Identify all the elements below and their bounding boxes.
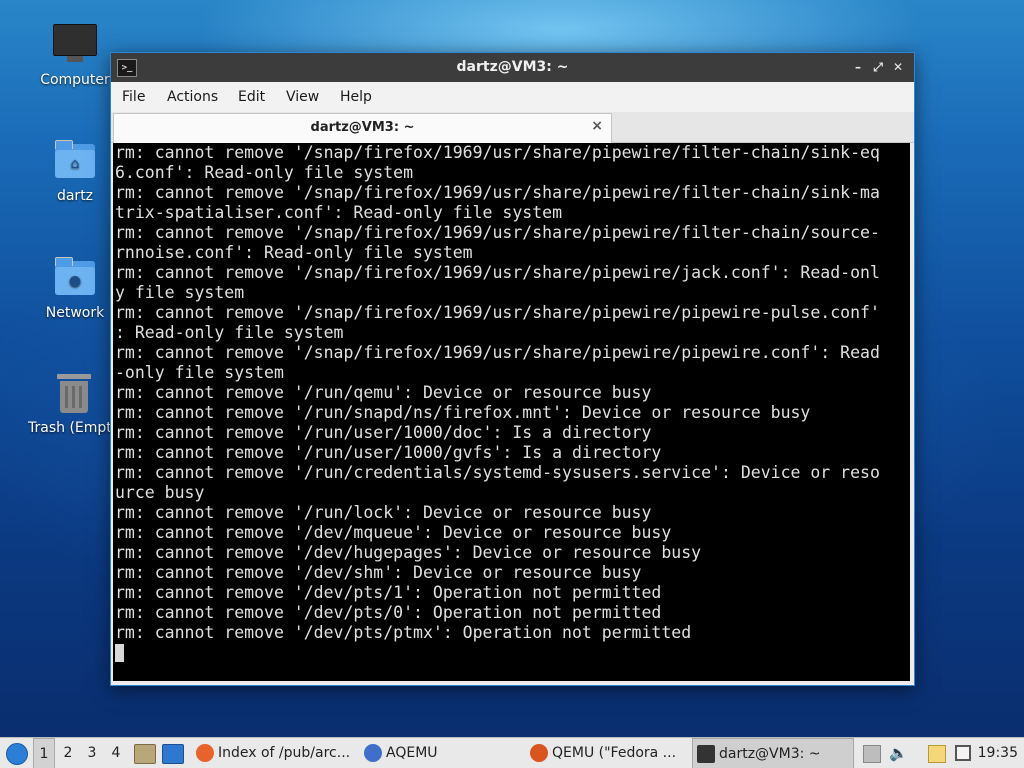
qemu-icon <box>530 744 548 762</box>
desktop-icon-label: dartz <box>56 188 94 204</box>
menu-actions[interactable]: Actions <box>167 89 218 105</box>
terminal-line: rnnoise.conf': Read-only file system <box>115 243 473 262</box>
terminal-output[interactable]: rm: cannot remove '/snap/firefox/1969/us… <box>113 143 910 681</box>
menu-view[interactable]: View <box>286 89 319 105</box>
terminal-line: rm: cannot remove '/snap/firefox/1969/us… <box>115 343 880 362</box>
file-manager-launcher-icon[interactable] <box>134 744 156 764</box>
terminal-line: rm: cannot remove '/snap/firefox/1969/us… <box>115 303 880 322</box>
menu-edit[interactable]: Edit <box>238 89 265 105</box>
show-desktop-icon[interactable] <box>162 744 184 764</box>
menu-help[interactable]: Help <box>340 89 372 105</box>
task-label: AQEMU <box>386 745 438 761</box>
terminal-line: rm: cannot remove '/run/user/1000/gvfs':… <box>115 443 662 462</box>
window-titlebar[interactable]: >_ dartz@VM3: ~ – ⤢ ✕ <box>111 53 914 82</box>
firefox-icon <box>196 744 214 762</box>
terminal-line: rm: cannot remove '/run/credentials/syst… <box>115 463 880 482</box>
desktop-icon-label: Trash (Empt <box>28 420 112 436</box>
terminal-line: rm: cannot remove '/run/qemu': Device or… <box>115 383 652 402</box>
desktop-icon-computer[interactable]: Computer <box>27 24 123 88</box>
terminal-line: urce busy <box>115 483 205 502</box>
terminal-line: rm: cannot remove '/dev/shm': Device or … <box>115 563 642 582</box>
terminal-line: rm: cannot remove '/dev/pts/ptmx': Opera… <box>115 623 692 642</box>
minimize-button[interactable]: – <box>849 58 867 76</box>
desktop-icon-trash[interactable]: Trash (Empt <box>22 372 122 436</box>
terminal-line: 6.conf': Read-only file system <box>115 163 414 182</box>
menu-bar: File Actions Edit View Help <box>111 82 914 112</box>
workspace-2[interactable]: 2 <box>57 738 79 768</box>
volume-icon[interactable]: 🔈 <box>889 745 908 761</box>
task-label: dartz@VM3: ~ <box>719 746 821 762</box>
task-aqemu[interactable]: AQEMU <box>360 738 536 768</box>
task-label: QEMU ("Fedora ... <box>552 745 677 761</box>
terminal-line: rm: cannot remove '/dev/hugepages': Devi… <box>115 543 702 562</box>
network-folder-icon: ● <box>53 257 97 301</box>
terminal-line: rm: cannot remove '/snap/firefox/1969/us… <box>115 263 880 282</box>
terminal-line: rm: cannot remove '/snap/firefox/1969/us… <box>115 183 880 202</box>
terminal-line: rm: cannot remove '/snap/firefox/1969/us… <box>115 143 880 162</box>
window-title: dartz@VM3: ~ <box>456 59 569 75</box>
terminal-line: trix-spatialiser.conf': Read-only file s… <box>115 203 563 222</box>
terminal-cursor <box>115 644 124 662</box>
computer-icon <box>53 24 97 68</box>
clipboard-icon[interactable] <box>863 745 881 763</box>
terminal-icon <box>697 745 715 763</box>
terminal-line: rm: cannot remove '/snap/firefox/1969/us… <box>115 223 880 242</box>
terminal-line: rm: cannot remove '/dev/mqueue': Device … <box>115 523 672 542</box>
terminal-line: rm: cannot remove '/run/user/1000/doc': … <box>115 423 652 442</box>
terminal-line: : Read-only file system <box>115 323 344 342</box>
tab-title: dartz@VM3: ~ <box>310 120 415 135</box>
notes-icon[interactable] <box>928 745 946 763</box>
desktop-icon-label: Network <box>45 305 105 321</box>
task-terminal[interactable]: dartz@VM3: ~ <box>692 738 854 768</box>
terminal-line: y file system <box>115 283 245 302</box>
home-folder-icon: ⌂ <box>53 140 97 184</box>
maximize-button[interactable]: ⤢ <box>869 58 887 76</box>
task-qemu[interactable]: QEMU ("Fedora ... <box>526 738 712 768</box>
aqemu-icon <box>364 744 382 762</box>
terminal-line: rm: cannot remove '/dev/pts/1': Operatio… <box>115 583 662 602</box>
tab-bar: dartz@VM3: ~ × <box>111 112 914 143</box>
network-status-icon[interactable] <box>955 745 971 761</box>
desktop-icon-network[interactable]: ● Network <box>27 257 123 321</box>
workspace-1[interactable]: 1 <box>33 738 55 768</box>
desktop-icon-home[interactable]: ⌂ dartz <box>27 140 123 204</box>
taskbar: 1 2 3 4 Index of /pub/arc... AQEMU QEMU … <box>0 737 1024 768</box>
task-label: Index of /pub/arc... <box>218 745 351 761</box>
start-menu-button[interactable] <box>2 738 30 768</box>
tab-close-icon[interactable]: × <box>591 118 603 134</box>
terminal-window: >_ dartz@VM3: ~ – ⤢ ✕ File Actions Edit … <box>110 52 915 686</box>
terminal-tab[interactable]: dartz@VM3: ~ × <box>113 113 612 143</box>
close-button[interactable]: ✕ <box>889 58 907 76</box>
terminal-line: -only file system <box>115 363 284 382</box>
terminal-line: rm: cannot remove '/run/lock': Device or… <box>115 503 652 522</box>
workspace-3[interactable]: 3 <box>81 738 103 768</box>
desktop-icon-label: Computer <box>40 72 110 88</box>
clock[interactable]: 19:35 <box>978 738 1018 768</box>
terminal-prompt-line <box>113 643 910 663</box>
terminal-line: rm: cannot remove '/run/snapd/ns/firefox… <box>115 403 811 422</box>
workspace-4[interactable]: 4 <box>105 738 127 768</box>
start-menu-icon <box>6 743 28 765</box>
task-firefox[interactable]: Index of /pub/arc... <box>192 738 380 768</box>
trash-icon <box>52 372 96 416</box>
menu-file[interactable]: File <box>122 89 145 105</box>
terminal-line: rm: cannot remove '/dev/pts/0': Operatio… <box>115 603 662 622</box>
